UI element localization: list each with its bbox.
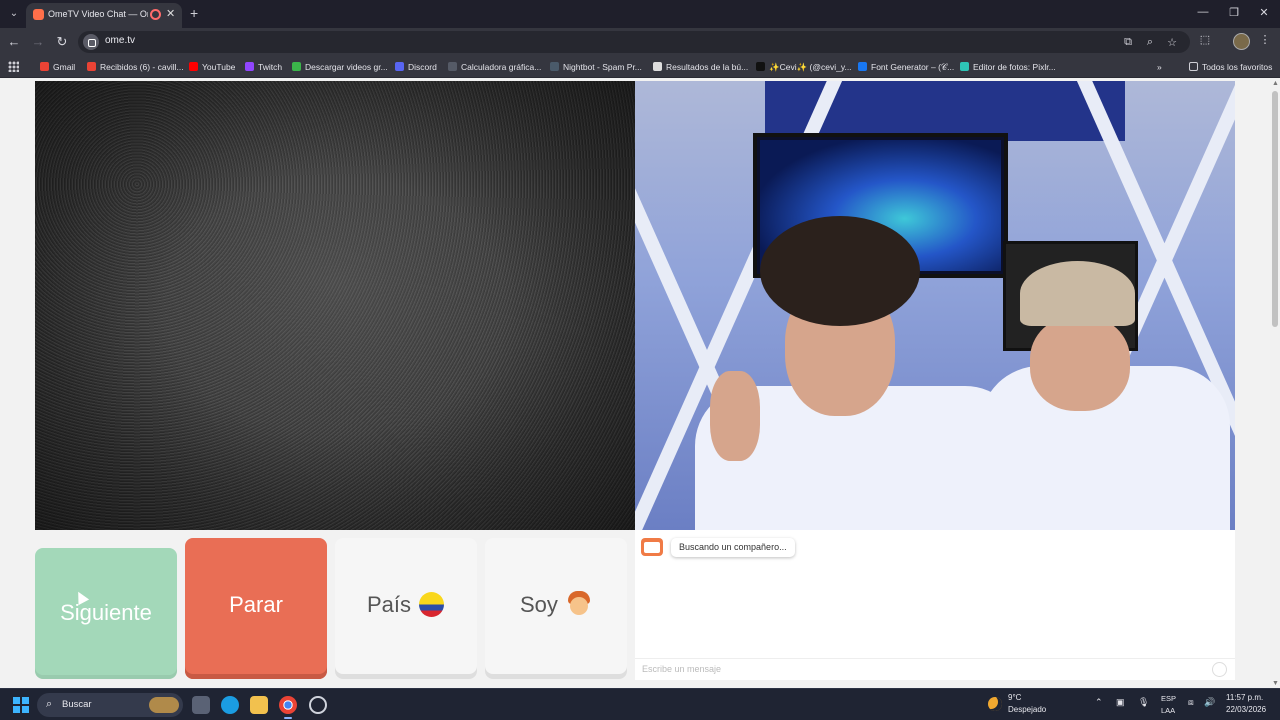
bookmark-discord[interactable]: Discord bbox=[395, 60, 437, 74]
bookmark-font-generator[interactable]: Font Generator – (𝒞... bbox=[858, 60, 954, 74]
reload-icon[interactable]: ↻ bbox=[54, 34, 70, 50]
apps-grid-icon[interactable] bbox=[8, 61, 19, 72]
bookmark-twitch[interactable]: Twitch bbox=[245, 60, 282, 74]
tray-app-icon[interactable]: ▣ bbox=[1116, 697, 1125, 708]
gmail-icon bbox=[40, 62, 49, 71]
new-tab-icon[interactable]: + bbox=[190, 5, 198, 21]
scroll-up-icon[interactable]: ▲ bbox=[1272, 80, 1279, 87]
bookmarks-overflow-icon[interactable]: » bbox=[1157, 60, 1162, 74]
chat-input-placeholder: Escribe un mensaje bbox=[642, 664, 722, 674]
search-icon: ⌕ bbox=[46, 698, 53, 710]
download-icon bbox=[292, 62, 301, 71]
emoji-icon[interactable] bbox=[1212, 662, 1227, 677]
bookmark-recibidos[interactable]: Recibidos (6) - cavill... bbox=[87, 60, 184, 74]
bookmarks-bar: Gmail Recibidos (6) - cavill... YouTube … bbox=[0, 56, 1280, 78]
zoom-icon[interactable]: ⌕ bbox=[1142, 36, 1158, 49]
microphone-icon[interactable]: 🎙 bbox=[1138, 697, 1149, 708]
colombia-flag-icon bbox=[419, 592, 444, 617]
twitch-icon bbox=[245, 62, 254, 71]
browser-toolbar: ← → ↻ ome.tv ⧉ ⌕ ☆ ⬚ ⋮ bbox=[0, 28, 1280, 56]
bookmark-calculadora[interactable]: Calculadora gráfica... bbox=[448, 60, 541, 74]
ometv-favicon-icon bbox=[33, 9, 44, 20]
search-highlight-icon bbox=[149, 697, 179, 713]
window-close-icon[interactable]: ✕ bbox=[1254, 6, 1274, 19]
document-icon bbox=[653, 62, 662, 71]
calculator-icon bbox=[448, 62, 457, 71]
chrome-icon[interactable] bbox=[279, 696, 297, 719]
country-button[interactable]: País bbox=[335, 538, 477, 679]
bookmark-pixlr[interactable]: Editor de fotos: Pixlr... bbox=[960, 60, 1056, 74]
bookmark-tiktok[interactable]: ✨Cevi✨ (@cevi_y... bbox=[756, 60, 852, 74]
weather-temp[interactable]: 9°C bbox=[1008, 693, 1021, 702]
bookmark-gmail[interactable]: Gmail bbox=[40, 60, 75, 74]
facebook-icon bbox=[858, 62, 867, 71]
tab-close-icon[interactable]: ✕ bbox=[166, 7, 175, 20]
back-icon[interactable]: ← bbox=[6, 34, 22, 50]
bookmark-descargar-videos[interactable]: Descargar videos gr... bbox=[292, 60, 388, 74]
tiktok-icon bbox=[756, 62, 765, 71]
folder-icon bbox=[1189, 62, 1198, 71]
extensions-icon[interactable]: ⬚ bbox=[1197, 33, 1213, 46]
site-info-icon[interactable] bbox=[83, 34, 99, 50]
partner-video-static bbox=[35, 81, 635, 530]
minimize-icon[interactable]: — bbox=[1193, 6, 1213, 18]
bookmark-youtube[interactable]: YouTube bbox=[189, 60, 235, 74]
recorder-app-icon[interactable] bbox=[309, 696, 327, 714]
next-button[interactable]: Siguiente bbox=[35, 548, 177, 679]
self-camera-video bbox=[635, 81, 1235, 530]
tray-chevron-icon[interactable]: ⌃ bbox=[1095, 697, 1103, 708]
windows-start-icon[interactable] bbox=[13, 697, 29, 713]
windows-taskbar: ⌕ Buscar 9°C Despejado ⌃ ▣ 🎙 ESP LAA ⧈ 🔊… bbox=[0, 688, 1280, 720]
browser-tab[interactable]: OmeTV Video Chat — Ome ✕ bbox=[26, 3, 182, 28]
stop-button[interactable]: Parar bbox=[185, 538, 327, 679]
boy-emoji-icon bbox=[567, 591, 591, 617]
file-explorer-icon[interactable] bbox=[250, 696, 268, 714]
chat-panel: Buscando un compañero... Escribe un mens… bbox=[635, 530, 1235, 680]
address-bar[interactable]: ome.tv ⧉ ⌕ ☆ bbox=[78, 31, 1190, 53]
browser-tab-strip: ⌄ OmeTV Video Chat — Ome ✕ + — ❐ ✕ bbox=[0, 0, 1280, 28]
ometv-logo-icon bbox=[641, 538, 663, 556]
bookmark-resultados[interactable]: Resultados de la bú... bbox=[653, 60, 748, 74]
page-scrollbar[interactable]: ▲ ▼ bbox=[1270, 79, 1280, 688]
clock-time[interactable]: 11:57 p.m. bbox=[1226, 693, 1263, 702]
scroll-down-icon[interactable]: ▼ bbox=[1272, 680, 1279, 687]
forward-icon[interactable]: → bbox=[30, 34, 46, 50]
discord-icon bbox=[395, 62, 404, 71]
weather-desc[interactable]: Despejado bbox=[1008, 705, 1046, 714]
taskbar-search-label: Buscar bbox=[62, 699, 92, 710]
volume-icon[interactable]: 🔊 bbox=[1204, 697, 1215, 708]
bookmark-nightbot[interactable]: Nightbot - Spam Pr... bbox=[550, 60, 642, 74]
youtube-icon bbox=[189, 62, 198, 71]
restore-icon[interactable]: ❐ bbox=[1224, 6, 1244, 19]
menu-icon[interactable]: ⋮ bbox=[1257, 33, 1273, 46]
recording-indicator-icon bbox=[150, 9, 161, 20]
install-app-icon[interactable]: ⧉ bbox=[1120, 36, 1136, 49]
bookmark-star-icon[interactable]: ☆ bbox=[1164, 36, 1180, 49]
tab-search-icon[interactable]: ⌄ bbox=[6, 6, 22, 22]
gender-button[interactable]: Soy bbox=[485, 538, 627, 679]
all-bookmarks[interactable]: Todos los favoritos bbox=[1189, 60, 1272, 74]
edge-icon[interactable] bbox=[221, 696, 239, 714]
language-code[interactable]: ESP bbox=[1161, 694, 1176, 703]
tab-title: OmeTV Video Chat — Ome bbox=[48, 9, 148, 19]
url-text: ome.tv bbox=[105, 35, 136, 46]
pixlr-icon bbox=[960, 62, 969, 71]
scroll-thumb[interactable] bbox=[1272, 91, 1278, 327]
chat-message-input[interactable]: Escribe un mensaje bbox=[635, 658, 1235, 680]
profile-avatar[interactable] bbox=[1233, 33, 1250, 50]
task-view-icon[interactable] bbox=[192, 696, 210, 714]
taskbar-search[interactable]: ⌕ Buscar bbox=[37, 693, 183, 717]
clock-date[interactable]: 22/03/2026 bbox=[1226, 705, 1266, 714]
chat-status-message: Buscando un compañero... bbox=[671, 538, 795, 557]
network-icon[interactable]: ⧈ bbox=[1188, 697, 1194, 708]
nightbot-icon bbox=[550, 62, 559, 71]
weather-moon-icon[interactable] bbox=[988, 697, 1002, 711]
mail-icon bbox=[87, 62, 96, 71]
keyboard-layout[interactable]: LAA bbox=[1161, 706, 1175, 715]
